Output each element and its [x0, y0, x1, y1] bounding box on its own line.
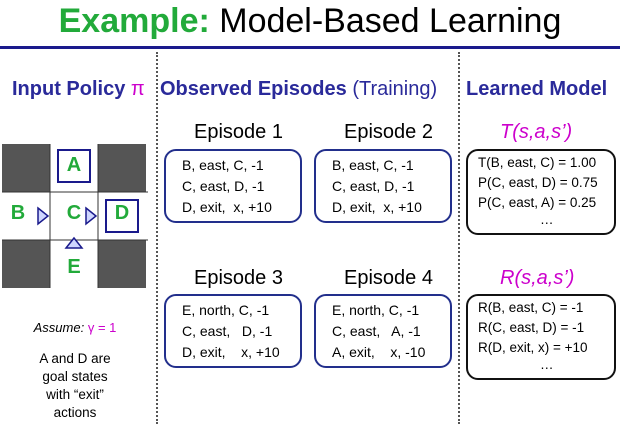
model-line: P(C, east, A) = 0.25 — [478, 195, 597, 210]
transition-model-title: T(s,a,s’) — [500, 121, 573, 143]
state-label-e: E — [67, 256, 81, 278]
column-divider-right — [458, 52, 460, 424]
reward-model-box: R(B, east, C) = -1 R(C, east, D) = -1 R(… — [466, 294, 616, 380]
input-policy-heading: Input Policy π — [12, 78, 145, 101]
gamma-value: γ = 1 — [87, 320, 117, 335]
transition-line: B, east, C, -1 — [332, 157, 414, 173]
goal-note-line: with “exit” — [46, 387, 104, 402]
title-underline — [0, 46, 620, 49]
observed-episodes-heading: Observed Episodes (Training) — [160, 78, 437, 101]
episode-2-title: Episode 2 — [344, 121, 433, 143]
transition-line: C, east, A, -1 — [332, 323, 421, 339]
training-label: (Training) — [352, 78, 438, 100]
model-line: P(C, east, D) = 0.75 — [478, 175, 598, 190]
model-ellipsis: … — [540, 357, 554, 372]
model-ellipsis: … — [540, 212, 554, 227]
transition-line: C, east, D, -1 — [182, 178, 265, 194]
input-policy-label: Input Policy — [12, 78, 126, 100]
model-line: R(B, east, C) = -1 — [478, 300, 584, 315]
episode-1-box: B, east, C, -1 C, east, D, -1 D, exit, x… — [164, 149, 302, 223]
model-line: R(D, exit, x) = +10 — [478, 340, 588, 355]
episode-4-title: Episode 4 — [344, 267, 433, 289]
model-line: R(C, east, D) = -1 — [478, 320, 585, 335]
transition-line: D, exit, x, +10 — [332, 199, 422, 215]
state-label-a: A — [66, 154, 82, 176]
transition-line: C, east, D, -1 — [332, 178, 415, 194]
transition-line: D, exit, x, +10 — [182, 344, 280, 360]
title-keyword: Example: — [58, 2, 210, 40]
state-label-c: C — [66, 202, 82, 224]
state-label-d: D — [114, 202, 130, 224]
goal-note-line: A and D are — [39, 351, 111, 366]
goal-states-note: A and D are goal states with “exit” acti… — [0, 350, 150, 422]
assumption-note: Assume: γ = 1 — [0, 320, 150, 335]
model-line: T(B, east, C) = 1.00 — [478, 155, 597, 170]
transition-line: D, exit, x, +10 — [182, 199, 272, 215]
assumption-label: Assume: — [33, 320, 85, 335]
goal-note-line: actions — [53, 405, 97, 420]
state-label-b: B — [10, 202, 26, 224]
goal-note-line: goal states — [42, 369, 108, 384]
title-rest: Model-Based Learning — [209, 2, 562, 40]
transition-line: C, east, D, -1 — [182, 323, 273, 339]
transition-model-box: T(B, east, C) = 1.00 P(C, east, D) = 0.7… — [466, 149, 616, 235]
episode-3-box: E, north, C, -1 C, east, D, -1 D, exit, … — [164, 294, 302, 368]
gridworld: A B C D E — [2, 144, 148, 288]
slide-title: Example: Model-Based Learning — [0, 2, 620, 40]
episode-3-title: Episode 3 — [194, 267, 283, 289]
episode-4-box: E, north, C, -1 C, east, A, -1 A, exit, … — [314, 294, 452, 368]
pi-symbol: π — [130, 78, 145, 100]
transition-line: E, north, C, -1 — [182, 302, 270, 318]
transition-line: E, north, C, -1 — [332, 302, 420, 318]
observed-label: Observed Episodes — [160, 78, 347, 100]
episode-2-box: B, east, C, -1 C, east, D, -1 D, exit, x… — [314, 149, 452, 223]
reward-model-title: R(s,a,s’) — [500, 267, 575, 289]
episode-1-title: Episode 1 — [194, 121, 283, 143]
column-divider-left — [156, 52, 158, 424]
transition-line: B, east, C, -1 — [182, 157, 264, 173]
transition-line: A, exit, x, -10 — [332, 344, 426, 360]
learned-model-heading: Learned Model — [466, 78, 608, 100]
